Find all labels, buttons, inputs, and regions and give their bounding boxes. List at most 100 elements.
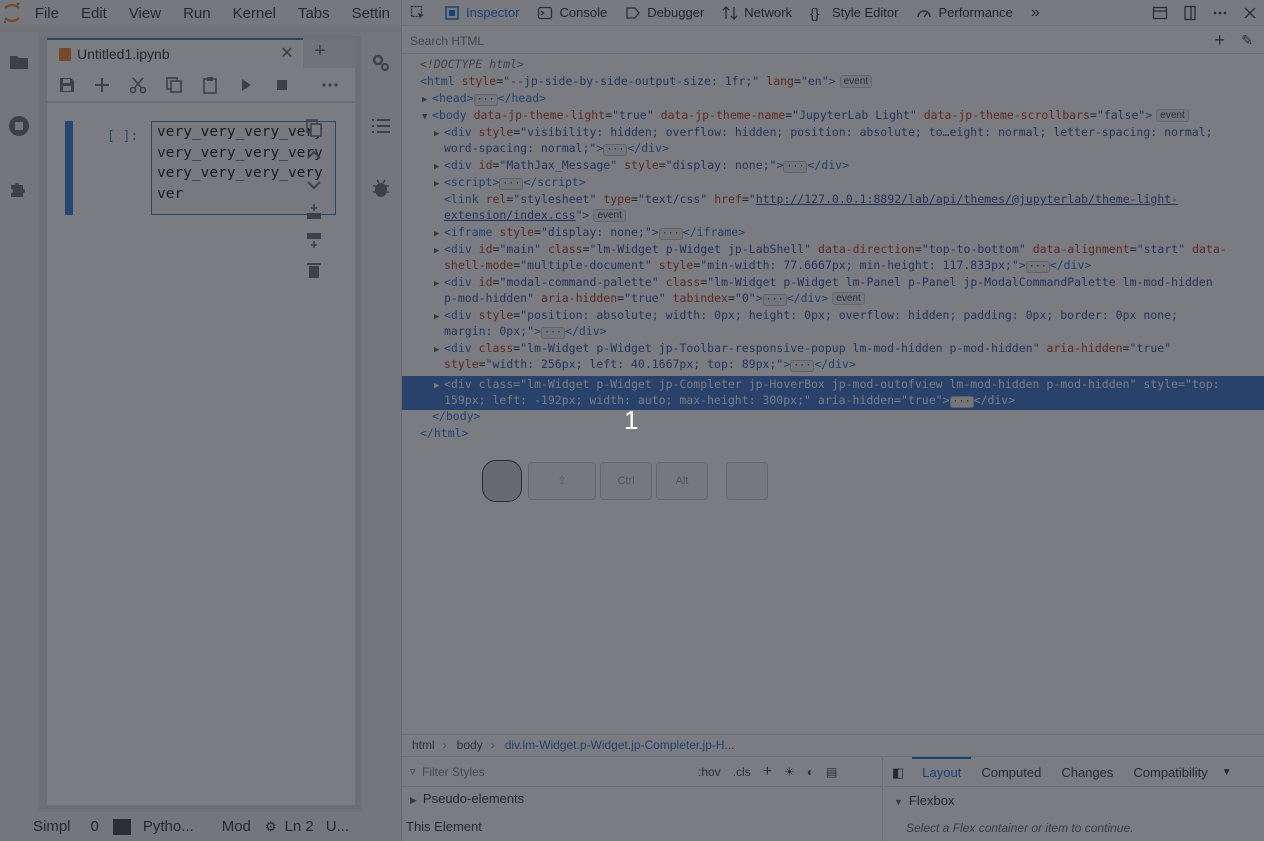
running-icon[interactable]	[7, 114, 31, 138]
save-icon[interactable]	[58, 76, 76, 94]
script-node[interactable]: ▶ <script> ··· </script>	[434, 174, 586, 193]
tab-label: Console	[559, 5, 608, 20]
hover-state-button[interactable]: :hov	[698, 765, 721, 779]
menu-kernel[interactable]: Kernel	[222, 5, 287, 22]
mathjax-div-node[interactable]: ▶ <div id="MathJax_Message" style="displa…	[434, 157, 849, 176]
paste-icon[interactable]	[201, 76, 219, 94]
add-rule-icon[interactable]: +	[763, 763, 772, 781]
body-close-node[interactable]: </body>	[432, 408, 480, 425]
tab-inspector[interactable]: Inspector	[435, 0, 528, 26]
layout-side-panel: ◧ Layout Computed Changes Compatibility …	[884, 756, 1264, 841]
line-col[interactable]: Ln 2	[285, 818, 314, 835]
table-of-contents-icon[interactable]	[370, 115, 392, 137]
key-alt: Alt	[656, 462, 708, 500]
body-node[interactable]: ▼ <body data-jp-theme-light="true" data-j…	[422, 107, 1189, 126]
filter-icon: ▿	[410, 766, 416, 778]
chevron-right-icon: ›	[490, 737, 495, 752]
menu-settings[interactable]: Settin	[341, 5, 401, 22]
chevron-down-icon[interactable]: ▼	[1218, 757, 1236, 787]
extension-icon[interactable]	[7, 177, 31, 201]
insert-above-icon[interactable]	[304, 202, 324, 222]
menu-tabs[interactable]: Tabs	[287, 5, 341, 22]
run-icon[interactable]	[237, 76, 255, 94]
html-close-node[interactable]: </html>	[420, 425, 468, 442]
rules-toolbar: ▿ :hov .cls + ☀ ◐ ▤	[402, 757, 883, 787]
jupyter-logo-icon	[0, 0, 24, 26]
div-node-cont: word-spacing: normal;"> ··· </div>	[444, 141, 669, 156]
right-sidebar	[362, 32, 401, 812]
key-ctrl: Ctrl	[600, 462, 652, 500]
class-toggle-button[interactable]: .cls	[733, 765, 751, 779]
eyedropper-icon[interactable]: ✎	[1241, 32, 1253, 49]
filter-styles-input[interactable]	[422, 764, 692, 779]
tab-changes[interactable]: Changes	[1051, 757, 1123, 787]
this-element-label: This Element	[406, 819, 482, 834]
more-options-icon[interactable]	[1212, 5, 1228, 21]
copy-icon[interactable]	[165, 76, 183, 94]
toggle-panel-icon[interactable]: ◧	[884, 757, 912, 787]
folder-icon[interactable]	[7, 50, 31, 74]
link-node[interactable]: <link rel="stylesheet" type="text/css" h…	[444, 191, 1178, 208]
menu-view[interactable]: View	[118, 5, 172, 22]
jupyter-menubar: File Edit View Run Kernel Tabs Settin	[0, 0, 401, 26]
cell-collapser[interactable]	[65, 121, 73, 215]
insert-below-icon[interactable]	[304, 230, 324, 250]
tab-layout[interactable]: Layout	[912, 756, 972, 787]
pick-element-icon[interactable]	[402, 0, 435, 26]
tab-compatibility[interactable]: Compatibility	[1123, 757, 1217, 787]
pseudo-elements-toggle[interactable]: ▶ Pseudo-elements	[410, 791, 524, 806]
selected-completer-node[interactable]: ▶ <div class="lm-Widget p-Widget jp-Compl…	[402, 376, 1264, 410]
tab-console[interactable]: Console	[528, 0, 616, 26]
split-console-icon[interactable]	[1152, 5, 1168, 21]
simple-mode-label[interactable]: Simpl	[33, 818, 71, 835]
close-icon[interactable]: ✕	[277, 44, 297, 64]
more-icon[interactable]	[321, 76, 339, 94]
iframe-node[interactable]: ▶ <iframe style="display: none;"> ··· </ifr…	[434, 224, 745, 243]
doctype-node[interactable]: <!DOCTYPE html>	[420, 56, 524, 73]
move-down-icon[interactable]	[304, 174, 324, 194]
add-node-icon[interactable]: +	[1214, 30, 1225, 51]
kernel-count: 0	[90, 818, 99, 835]
debugger-bug-icon[interactable]	[370, 177, 392, 199]
gear-icon: ⚙	[264, 818, 277, 834]
search-html-input[interactable]	[410, 33, 1170, 48]
tab-label: Performance	[938, 5, 1013, 20]
print-media-icon[interactable]: ▤	[826, 765, 837, 779]
breadcrumb-html[interactable]: html	[412, 738, 435, 752]
breadcrumb-body[interactable]: body	[457, 738, 483, 752]
overflow-tabs-icon[interactable]: »	[1022, 0, 1049, 26]
html-node[interactable]: <html style="--jp-side-by-side-output-si…	[420, 73, 873, 90]
style-editor-icon: {}	[809, 4, 820, 21]
terminal-icon	[112, 818, 131, 835]
duplicate-cell-icon[interactable]	[304, 118, 324, 138]
tab-network[interactable]: Network	[713, 0, 801, 26]
add-cell-icon[interactable]	[93, 76, 111, 94]
kernel-name[interactable]: Pytho...	[143, 818, 194, 835]
tab-debugger[interactable]: Debugger	[616, 0, 713, 26]
tab-style-editor[interactable]: {} Style Editor	[801, 0, 907, 26]
notebook-tab[interactable]: Untitled1.ipynb ✕	[47, 38, 303, 68]
cut-icon[interactable]	[129, 76, 147, 94]
light-theme-icon[interactable]: ☀	[784, 765, 795, 779]
cell-prompt: [ ]:	[107, 129, 139, 144]
console-icon	[538, 6, 553, 19]
stop-icon[interactable]	[273, 76, 291, 94]
overlay-number: 1	[624, 405, 639, 435]
breadcrumb-completer[interactable]: div.lm-Widget.p-Widget.jp-Completer.jp-H…	[505, 738, 735, 752]
devtools-toolbar: Inspector Console Debugger Network {} St…	[402, 0, 1264, 26]
add-tab-icon[interactable]: +	[309, 41, 331, 63]
property-inspector-icon[interactable]	[370, 52, 392, 74]
close-icon[interactable]	[1242, 5, 1258, 21]
tab-computed[interactable]: Computed	[971, 757, 1051, 787]
flexbox-section-toggle[interactable]: ▼ Flexbox	[894, 793, 954, 808]
tab-performance[interactable]: Performance	[907, 0, 1021, 26]
menu-file[interactable]: File	[24, 5, 70, 22]
menu-edit[interactable]: Edit	[70, 5, 118, 22]
move-up-icon[interactable]	[304, 146, 324, 166]
delete-cell-icon[interactable]	[304, 260, 324, 280]
inspector-icon	[445, 5, 459, 20]
head-node[interactable]: ▶ <head> ··· </head>	[422, 90, 546, 109]
dark-theme-icon[interactable]: ◐	[807, 765, 814, 779]
dock-icon[interactable]	[1182, 5, 1198, 21]
menu-run[interactable]: Run	[172, 5, 222, 22]
